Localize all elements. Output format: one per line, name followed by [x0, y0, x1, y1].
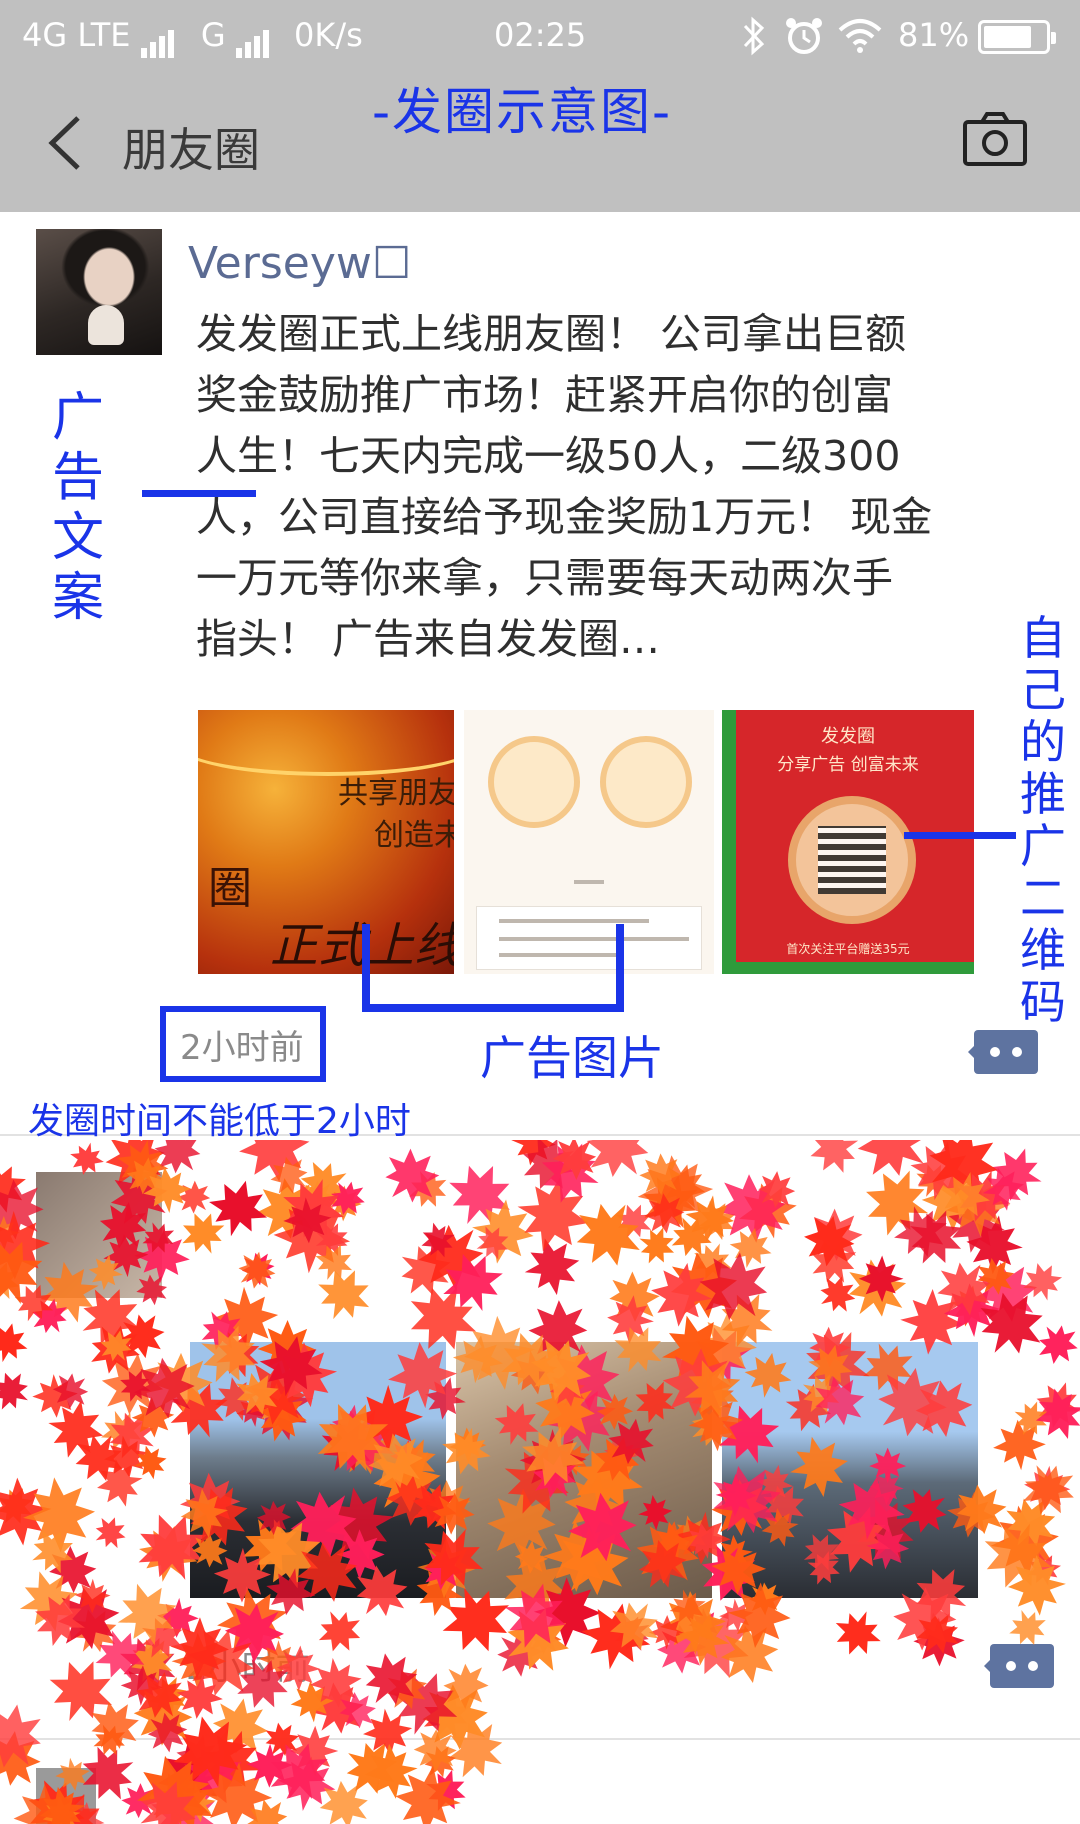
maple-leaf: [197, 1758, 276, 1824]
post-text: 发发圈正式上线朋友圈！ 公司拿出巨额 奖金鼓励推广市场！赶紧开启你的创富 人生！…: [196, 304, 1056, 670]
poster-bottom: 首次关注平台赠送35元: [786, 942, 910, 956]
banner-text: 创造未: [374, 818, 454, 853]
comment-icon[interactable]: [968, 1030, 1038, 1074]
bluetooth-icon: [743, 16, 765, 56]
poster-subtitle: 分享广告 创富未来: [777, 755, 919, 775]
signal-icon: [140, 20, 177, 58]
post-image-app-screenshot[interactable]: [464, 710, 714, 974]
maple-leaf: [152, 1737, 232, 1819]
post-image-qr-poster[interactable]: 发发圈 分享广告 创富未来 首次关注平台赠送35元: [722, 710, 974, 974]
wifi-icon: [838, 19, 882, 53]
poster-title: 发发圈: [821, 726, 875, 747]
banner-text: 圈: [208, 863, 252, 914]
maple-leaf: [307, 1767, 382, 1824]
post-username[interactable]: Verseyw☐: [188, 238, 411, 289]
battery-icon: [978, 20, 1056, 54]
annotation-ad-copy: 广 告 文 案: [51, 388, 104, 628]
maple-leaf: [128, 1747, 218, 1824]
post-text-line: 一万元等你来拿，只需要每天动两次手: [196, 554, 893, 602]
network-label-lte: 4G LTE: [22, 16, 131, 54]
annotation-pointer: [904, 832, 1016, 839]
top-bar: 4G LTE G 0K/s 02:25 81% 朋友圈 -发圈示意图-: [0, 0, 1080, 212]
maple-leaf: [391, 1762, 465, 1824]
moment-post: Verseyw☐ 发发圈正式上线朋友圈！ 公司拿出巨额 奖金鼓励推广市场！赶紧开…: [0, 212, 1080, 1134]
maple-leaf: [333, 1728, 410, 1807]
maple-leaf: [418, 1763, 473, 1819]
maple-leaf: [416, 1737, 464, 1786]
maple-leaf: [173, 1733, 255, 1817]
maple-leaf: [137, 1759, 226, 1824]
post-image[interactable]: [190, 1342, 446, 1598]
avatar[interactable]: [36, 229, 162, 355]
annotation-ad-images: 广告图片: [480, 1031, 664, 1085]
post-text-line: 指头！ 广告来自发发圈…: [196, 615, 661, 663]
maple-leaf: [361, 1740, 421, 1803]
signal-icon-2: [235, 20, 272, 58]
annotation-caption: -发圈示意图-: [372, 83, 673, 141]
maple-leaf: [246, 1743, 294, 1789]
annotation-qr: 自 己 的 推 广 二 维 码: [1020, 611, 1066, 1029]
avatar[interactable]: [36, 1172, 162, 1298]
annotation-bracket: [362, 924, 370, 1012]
clock: 02:25: [494, 16, 587, 54]
network-indicator: 4G LTE G 0K/s: [22, 16, 363, 58]
annotation-pointer: [142, 490, 256, 497]
maple-leaf: [237, 1789, 299, 1824]
maple-leaf: [126, 1768, 209, 1824]
moment-post-2: 2小时前: [0, 1136, 1080, 1736]
post-text-line: 发发圈正式上线朋友圈！ 公司拿出巨额: [196, 310, 907, 358]
banner-text: 共享朋友: [338, 776, 454, 811]
maple-leaf: [256, 1730, 341, 1813]
back-arrow-icon[interactable]: [42, 114, 88, 172]
post-image-launch-banner[interactable]: 共享朋友 创造未 圈 正式上线: [198, 710, 454, 974]
maple-leaf: [176, 1781, 219, 1824]
camera-icon[interactable]: [962, 110, 1028, 168]
annotation-bracket: [616, 924, 624, 1012]
network-speed: 0K/s: [294, 16, 363, 54]
qr-code: [818, 826, 886, 894]
maple-leaf: [112, 1774, 167, 1824]
avatar[interactable]: [36, 1768, 96, 1824]
annotation-time-box: [160, 1006, 326, 1082]
maple-leaf: [139, 1769, 231, 1824]
post-time: 2小时前: [186, 1648, 310, 1688]
post-text-line: 人生！七天内完成一级50人，二级300: [196, 432, 901, 480]
annotation-bracket: [362, 1004, 624, 1012]
battery-percent: 81%: [898, 16, 970, 54]
post-image[interactable]: [456, 1342, 712, 1598]
divider: [0, 1738, 1080, 1740]
status-bar: 4G LTE G 0K/s 02:25 81%: [0, 0, 1080, 76]
comment-icon[interactable]: [984, 1644, 1054, 1688]
post-text-line: 人，公司直接给予现金奖励1万元！ 现金: [196, 493, 933, 541]
post-text-line: 奖金鼓励推广市场！赶紧开启你的创富: [196, 371, 893, 419]
page-title: 朋友圈: [122, 123, 260, 177]
post-image[interactable]: [722, 1342, 978, 1598]
network-label-g: G: [200, 16, 226, 54]
alarm-icon: [786, 18, 822, 54]
maple-leaf: [274, 1752, 340, 1816]
